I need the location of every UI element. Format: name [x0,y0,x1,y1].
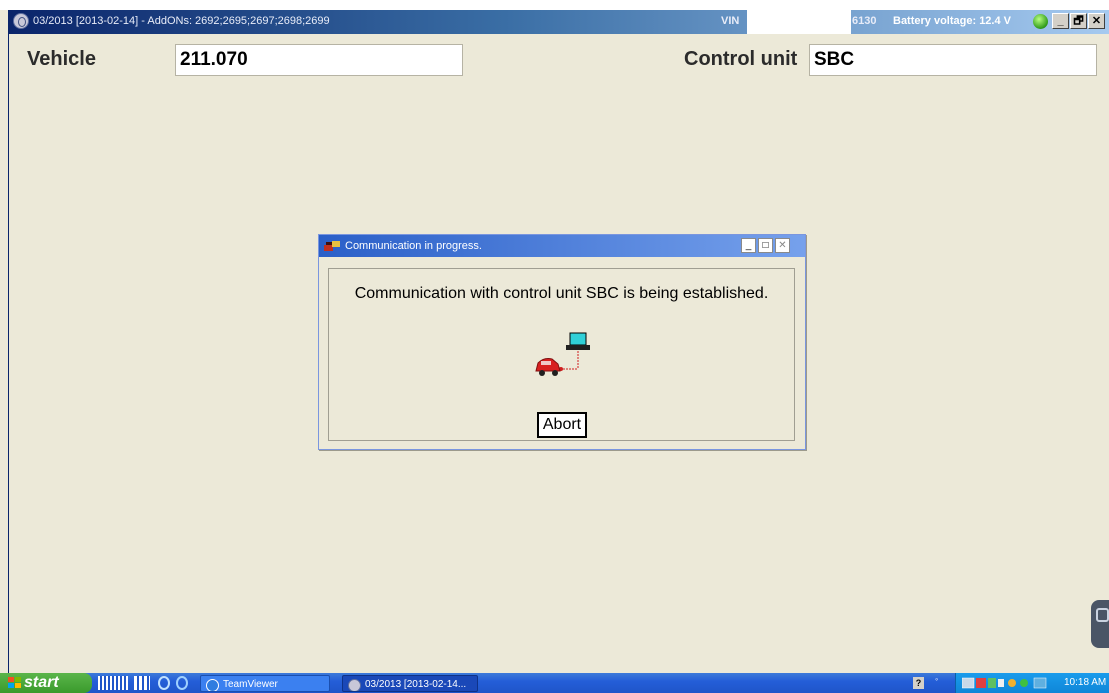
dialog-message: Communication with control unit SBC is b… [354,285,769,302]
restore-button[interactable]: 🗗 [1070,13,1087,29]
keyboard-icon[interactable] [98,676,128,690]
communication-icon [324,241,340,251]
clock: 10:18 AM [1064,677,1107,688]
vin-label: VIN [721,15,740,27]
abort-button[interactable]: Abort [537,412,587,438]
side-dock-tab[interactable] [1091,600,1109,648]
communication-dialog: Communication in progress. _ □ ✕ Communi… [318,234,806,450]
battery-status-icon [1033,14,1048,29]
browser-icon[interactable] [176,676,188,690]
desktop-icon[interactable] [134,676,150,690]
app-titlebar[interactable]: 03/2013 [2013-02-14] - AddONs: 2692;2695… [9,10,1109,34]
battery-voltage: Battery voltage: 12.4 V [893,15,1011,27]
taskbar-button-label: TeamViewer [223,679,278,690]
windows-flag-icon [8,677,21,689]
start-button[interactable]: start [0,673,92,693]
vin-tail: 6130 [852,15,877,27]
help-icon[interactable]: ? [913,677,924,689]
minimize-button[interactable]: _ [1052,13,1069,29]
vehicle-field[interactable]: 211.070 [175,44,463,76]
taskbar-button-app[interactable]: 03/2013 [2013-02-14... [342,675,478,692]
top-strip [0,0,1109,10]
start-label: start [24,674,59,691]
taskbar: start TeamViewer 03/2013 [2013-02-14... … [0,673,1109,693]
control-unit-field[interactable]: SBC [809,44,1097,76]
close-button[interactable]: ✕ [1088,13,1105,29]
car-to-laptop-icon [535,332,590,376]
taskbar-button-teamviewer[interactable]: TeamViewer [200,675,330,692]
internet-explorer-icon[interactable] [158,676,170,690]
dialog-title: Communication in progress. [345,240,482,252]
dialog-titlebar[interactable]: Communication in progress. _ □ ✕ [319,235,805,257]
vin-redaction [747,10,851,34]
system-tray: 10:18 AM [955,673,1109,693]
vehicle-label: Vehicle [27,48,96,70]
app-title: 03/2013 [2013-02-14] - AddONs: 2692;2695… [33,15,330,27]
app-logo-icon [348,679,361,691]
dialog-panel: Communication with control unit SBC is b… [328,268,795,441]
teamviewer-icon [206,679,219,691]
taskbar-button-label: 03/2013 [2013-02-14... [365,679,467,690]
dialog-close-button[interactable]: ✕ [775,238,790,253]
tray-icons[interactable] [962,677,1050,689]
control-unit-label: Control unit [684,48,798,70]
dialog-minimize-button[interactable]: _ [741,238,756,253]
language-icon[interactable]: ◦ [935,674,938,684]
dialog-maximize-button[interactable]: □ [758,238,773,253]
app-logo-icon [13,13,29,29]
